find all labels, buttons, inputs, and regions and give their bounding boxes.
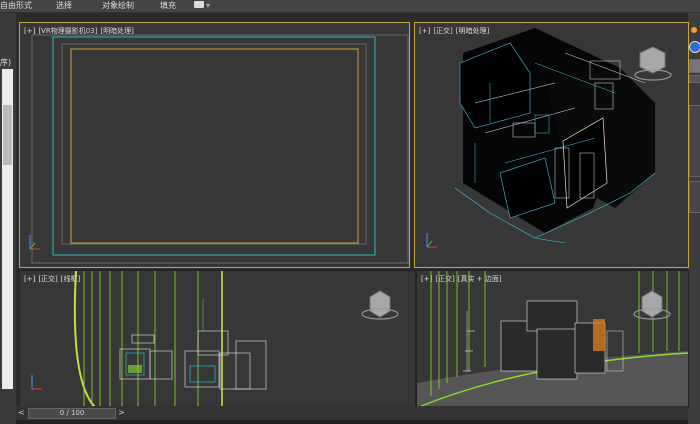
menu-dropdown-icon[interactable]: ▾	[206, 0, 210, 11]
scene-explorer-panel: 序)	[0, 13, 16, 424]
viewcube-icon	[361, 290, 399, 320]
command-panel-field[interactable]	[689, 59, 700, 73]
ortho-shaded-canvas	[426, 28, 672, 248]
panel-label: 序)	[0, 58, 12, 67]
axis-gizmo	[31, 375, 42, 390]
menu-item-select[interactable]: 选择	[56, 0, 72, 11]
frame-counter: 0 / 100	[59, 409, 85, 417]
menu-bar: 自由形式 选择 对象绘制 填充 ▾	[0, 0, 700, 13]
sphere-icon[interactable]	[689, 41, 700, 53]
timeline-track[interactable]	[16, 420, 688, 424]
axis-gizmo	[426, 233, 437, 248]
ortho-realistic-canvas	[417, 271, 688, 407]
axis-gizmo	[29, 235, 40, 250]
menu-options-icon[interactable]	[194, 1, 204, 8]
sun-icon[interactable]	[691, 27, 697, 33]
ortho-wireframe-canvas	[31, 271, 399, 407]
command-panel-rollout-2[interactable]	[689, 181, 700, 213]
menu-item-freeform[interactable]: 自由形式	[0, 0, 32, 11]
viewport-camera[interactable]: [+] [VR物理摄影机03] [明暗处理]	[19, 22, 410, 268]
scrollbar-thumb[interactable]	[3, 105, 12, 165]
viewcube-icon	[633, 290, 671, 320]
time-slider[interactable]: 0 / 100	[28, 408, 116, 419]
viewport-ortho-realistic[interactable]: [+] [正交] [真实 + 边面]	[416, 270, 689, 408]
command-panel	[688, 13, 700, 424]
command-panel-row[interactable]	[689, 75, 700, 83]
prev-frame-button[interactable]: <	[18, 408, 25, 417]
menu-item-object-paint[interactable]: 对象绘制	[102, 0, 134, 11]
command-panel-rollout[interactable]	[689, 105, 700, 177]
menu-item-populate[interactable]: 填充	[160, 0, 176, 11]
time-slider-bar: < 0 / 100 >	[16, 406, 688, 424]
camera-view-canvas	[29, 34, 409, 264]
next-frame-button[interactable]: >	[118, 408, 125, 417]
viewcube-icon	[634, 46, 672, 81]
viewport-ortho-wireframe[interactable]: [+] [正交] [线框]	[19, 270, 416, 408]
viewport-ortho-shaded[interactable]: [+] [正交] [明暗处理]	[414, 22, 689, 268]
